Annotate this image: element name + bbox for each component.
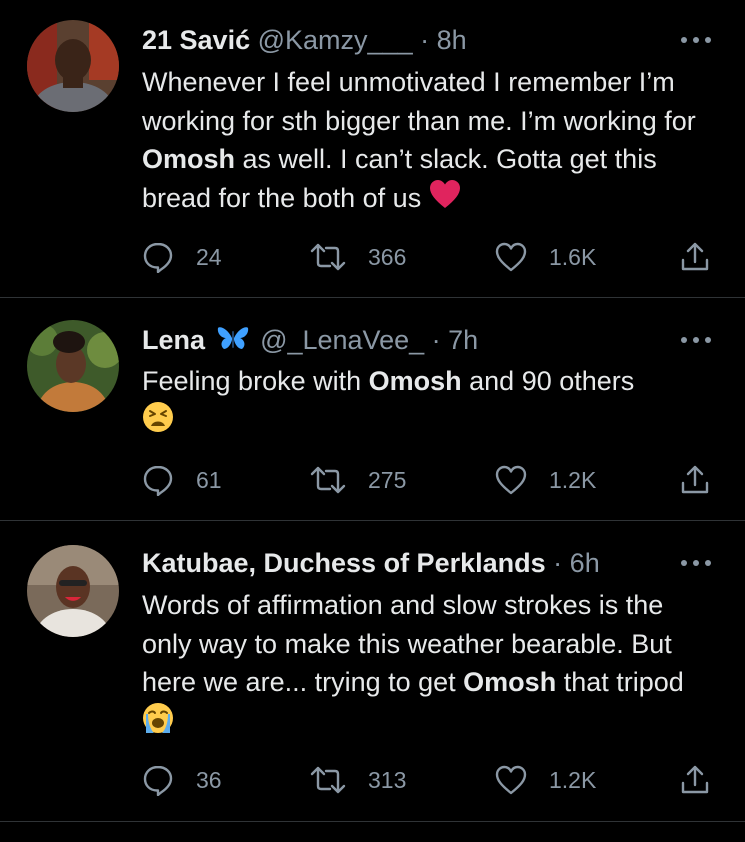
retweet-icon — [310, 243, 346, 271]
like-icon — [495, 465, 527, 495]
red-heart-icon — [429, 179, 461, 220]
tweet-header: Katubae, Duchess of Perklands · 6h — [142, 547, 675, 579]
tweet-text: Whenever I feel unmotivated I remember I… — [142, 63, 715, 220]
retweet-button[interactable]: 366 — [310, 241, 406, 273]
retweet-button[interactable]: 275 — [310, 464, 406, 496]
share-icon — [681, 765, 709, 794]
avatar[interactable] — [27, 545, 119, 637]
retweet-count: 313 — [368, 766, 407, 793]
like-icon — [495, 242, 527, 272]
avatar[interactable] — [27, 320, 119, 412]
more-icon[interactable] — [681, 37, 711, 45]
share-button[interactable] — [679, 241, 711, 273]
tired-face-icon — [142, 401, 174, 444]
timestamp[interactable]: 8h — [437, 25, 467, 55]
timestamp[interactable]: 6h — [570, 548, 600, 578]
like-count: 1.6K — [549, 243, 597, 270]
like-button[interactable]: 1.6K — [495, 241, 596, 273]
user-handle[interactable]: @_LenaVee_ — [260, 325, 424, 355]
user-handle[interactable]: @Kamzy___ — [258, 25, 413, 55]
retweet-icon — [310, 766, 346, 794]
tweet-divider — [0, 821, 745, 822]
reply-count: 61 — [196, 466, 222, 493]
retweet-count: 366 — [368, 243, 407, 270]
reply-count: 36 — [196, 766, 222, 793]
like-count: 1.2K — [549, 466, 597, 493]
tweet-actions: 24 366 1.6K — [142, 241, 717, 273]
mention-omosh: Omosh — [368, 366, 462, 396]
retweet-count: 275 — [368, 466, 407, 493]
more-icon[interactable] — [681, 337, 711, 345]
tweet-actions: 36 313 1.2K — [142, 764, 717, 796]
reply-icon — [143, 765, 173, 796]
tweet-header: 21 Savić @Kamzy___ · 8h — [142, 24, 675, 56]
share-button[interactable] — [679, 764, 711, 796]
like-count: 1.2K — [549, 766, 597, 793]
mention-omosh: Omosh — [463, 667, 557, 697]
reply-button[interactable]: 36 — [142, 764, 222, 796]
like-icon — [495, 765, 527, 795]
display-name[interactable]: Lena — [142, 325, 205, 355]
share-icon — [681, 465, 709, 494]
retweet-icon — [310, 466, 346, 494]
display-name[interactable]: 21 Savić — [142, 25, 250, 55]
retweet-button[interactable]: 313 — [310, 764, 406, 796]
reply-icon — [143, 465, 173, 496]
reply-icon — [143, 242, 173, 273]
like-button[interactable]: 1.2K — [495, 764, 596, 796]
share-button[interactable] — [679, 464, 711, 496]
share-icon — [681, 242, 709, 271]
more-icon[interactable] — [681, 560, 711, 568]
loudly-crying-face-icon — [142, 702, 174, 745]
tweet-header: Lena @_LenaVee_ · 7h — [142, 324, 675, 358]
tweet-actions: 61 275 1.2K — [142, 464, 717, 496]
reply-button[interactable]: 61 — [142, 464, 222, 496]
separator-dot: · — [431, 325, 441, 355]
butterfly-icon — [217, 325, 249, 358]
like-button[interactable]: 1.2K — [495, 464, 596, 496]
tweet-text: Feeling broke with Omosh and 90 others — [142, 362, 715, 443]
reply-button[interactable]: 24 — [142, 241, 222, 273]
tweet-3[interactable]: Katubae, Duchess of Perklands · 6h Words… — [0, 521, 745, 821]
separator-dot: · — [420, 25, 430, 55]
tweet-2[interactable]: Lena @_LenaVee_ · 7h Feeling broke with … — [0, 298, 745, 520]
tweet-1[interactable]: 21 Savić @Kamzy___ · 8h Whenever I feel … — [0, 0, 745, 297]
separator-dot: · — [553, 548, 563, 578]
timestamp[interactable]: 7h — [448, 325, 478, 355]
mention-omosh: Omosh — [142, 144, 236, 174]
avatar[interactable] — [27, 20, 119, 112]
tweet-text: Words of affirmation and slow strokes is… — [142, 586, 715, 744]
reply-count: 24 — [196, 243, 222, 270]
display-name[interactable]: Katubae, Duchess of Perklands — [142, 548, 546, 578]
